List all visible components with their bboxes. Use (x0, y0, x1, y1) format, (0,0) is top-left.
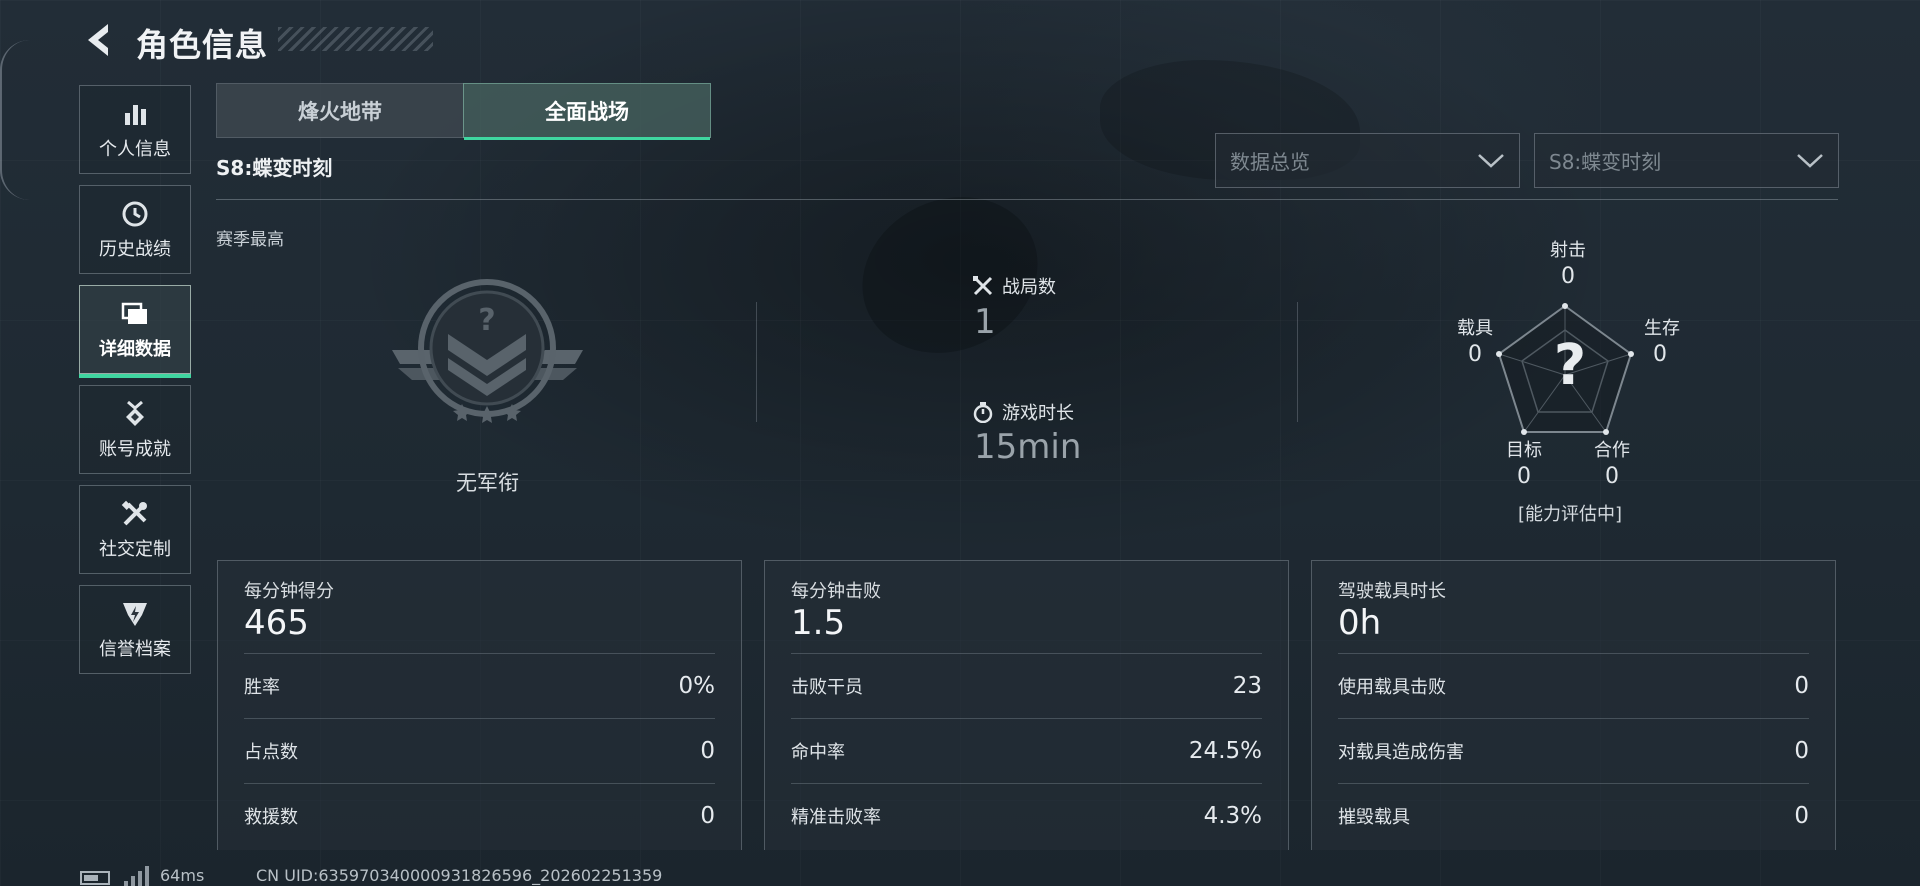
table-row: 胜率 0% (244, 653, 715, 718)
row-label: 精准击败率 (791, 807, 881, 828)
page-title: 角色信息 (136, 26, 269, 64)
rank-emblem-icon: ? (390, 278, 585, 423)
bar-chart-icon (120, 99, 150, 129)
radar-value-shooting: 0 (1561, 264, 1575, 289)
table-row: 击败干员 23 (791, 653, 1262, 718)
radar-axis-objective: 目标 (1506, 440, 1542, 461)
season-best-label: 赛季最高 (216, 230, 284, 250)
history-clock-icon (120, 199, 150, 229)
row-value: 4.3% (1203, 803, 1262, 829)
row-value: 0% (678, 673, 716, 699)
row-value: 0 (700, 803, 715, 829)
card-head-value: 1.5 (791, 603, 846, 643)
tab-full-battlefield[interactable]: 全面战场 (463, 83, 711, 140)
sidebar-item-achievements[interactable]: 账号成就 (79, 385, 191, 474)
tab-warfire-zone[interactable]: 烽火地带 (216, 83, 464, 138)
season-title: S8:蝶变时刻 (216, 156, 333, 180)
shield-badge-icon (120, 599, 150, 629)
radar-unknown-symbol: ? (1553, 333, 1587, 398)
season-select-value: S8:蝶变时刻 (1549, 150, 1662, 174)
tools-icon (120, 499, 150, 529)
sidebar-item-label: 详细数据 (99, 338, 171, 360)
card-head-label: 驾驶载具时长 (1338, 581, 1446, 602)
table-row: 使用载具击败 0 (1338, 653, 1809, 718)
crossed-swords-icon (973, 276, 993, 296)
table-row: 精准击败率 4.3% (791, 783, 1262, 848)
card-head-label: 每分钟击败 (791, 581, 881, 602)
ping-readout: 64ms (160, 866, 205, 885)
row-label: 击败干员 (791, 677, 863, 698)
matches-stat-label: 战局数 (972, 273, 1056, 299)
sidebar-item-credit-record[interactable]: 信誉档案 (79, 585, 191, 674)
matches-value: 1 (974, 302, 996, 342)
medal-icon (120, 399, 150, 429)
radar-axis-survival: 生存 (1644, 318, 1680, 339)
row-value: 0 (1794, 738, 1809, 764)
stat-card-kills: 每分钟击败 1.5 击败干员 23 命中率 24.5% 精准击败率 4.3% (764, 560, 1289, 850)
folder-icon (120, 299, 150, 329)
sidebar-item-detailed-data[interactable]: 详细数据 (79, 285, 191, 378)
radar-value-objective: 0 (1517, 464, 1531, 489)
table-row: 救援数 0 (244, 783, 715, 848)
row-label: 命中率 (791, 742, 845, 763)
table-row: 命中率 24.5% (791, 718, 1262, 783)
row-value: 24.5% (1188, 738, 1262, 764)
table-row: 摧毁载具 0 (1338, 783, 1809, 848)
season-select[interactable]: S8:蝶变时刻 (1534, 133, 1839, 188)
row-value: 0 (1794, 673, 1809, 699)
row-label: 摧毁载具 (1338, 807, 1410, 828)
radar-axis-cooperation: 合作 (1594, 440, 1630, 461)
stopwatch-icon (973, 402, 993, 423)
chevron-down-icon (1797, 153, 1823, 168)
row-value: 23 (1232, 673, 1262, 699)
row-label: 使用载具击败 (1338, 677, 1446, 698)
row-label: 胜率 (244, 677, 280, 698)
row-value: 0 (700, 738, 715, 764)
sidebar-item-label: 个人信息 (99, 138, 171, 160)
vertical-divider (756, 302, 757, 422)
rank-name: 无军衔 (456, 471, 519, 495)
row-label: 对载具造成伤害 (1338, 742, 1464, 763)
svg-text:?: ? (478, 303, 495, 338)
sidebar-item-label: 账号成就 (99, 438, 171, 460)
card-head-label: 每分钟得分 (244, 581, 334, 602)
row-label: 救援数 (244, 807, 298, 828)
playtime-value: 15min (974, 427, 1082, 467)
playtime-stat-label: 游戏时长 (972, 399, 1074, 425)
sidebar-item-label: 社交定制 (99, 538, 171, 560)
radar-status: [能力评估中] (1517, 504, 1623, 525)
vertical-divider (1297, 302, 1298, 422)
radar-value-vehicle: 0 (1468, 342, 1482, 367)
chevron-down-icon (1478, 153, 1504, 168)
card-head-value: 0h (1338, 603, 1382, 643)
sidebar-item-history[interactable]: 历史战绩 (79, 185, 191, 274)
radar-value-cooperation: 0 (1605, 464, 1619, 489)
sidebar-item-personal-info[interactable]: 个人信息 (79, 85, 191, 174)
sidebar-item-label: 信誉档案 (99, 638, 171, 660)
row-value: 0 (1794, 803, 1809, 829)
stat-card-score: 每分钟得分 465 胜率 0% 占点数 0 救援数 0 (217, 560, 742, 850)
section-divider (216, 199, 1838, 200)
back-arrow-icon[interactable] (80, 20, 116, 60)
radar-value-survival: 0 (1653, 342, 1667, 367)
category-select[interactable]: 数据总览 (1215, 133, 1520, 188)
title-decoration (278, 27, 433, 51)
radar-axis-shooting: 射击 (1550, 240, 1586, 261)
sidebar-item-social-custom[interactable]: 社交定制 (79, 485, 191, 574)
radar-axis-vehicle: 载具 (1457, 318, 1493, 339)
category-select-value: 数据总览 (1230, 150, 1310, 174)
player-uid: CN UID:635970340000931826596_20260225135… (256, 866, 663, 885)
left-edge-arc (0, 40, 30, 200)
battery-icon (80, 871, 110, 885)
card-head-value: 465 (244, 603, 309, 643)
row-label: 占点数 (244, 742, 298, 763)
playtime-label-text: 游戏时长 (1002, 403, 1074, 424)
signal-icon (124, 866, 152, 886)
sidebar-item-label: 历史战绩 (99, 238, 171, 260)
table-row: 占点数 0 (244, 718, 715, 783)
stat-card-vehicle: 驾驶载具时长 0h 使用载具击败 0 对载具造成伤害 0 摧毁载具 0 (1311, 560, 1836, 850)
matches-label-text: 战局数 (1002, 277, 1056, 298)
table-row: 对载具造成伤害 0 (1338, 718, 1809, 783)
